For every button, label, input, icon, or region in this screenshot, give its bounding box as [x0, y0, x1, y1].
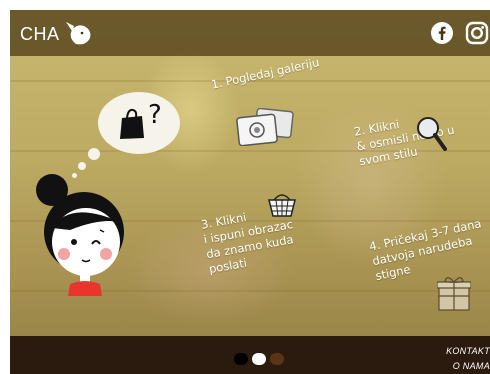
pagination-dot-1[interactable]	[234, 353, 248, 365]
slide-pagination	[234, 353, 284, 365]
fox-head-icon[interactable]	[62, 18, 94, 48]
pagination-dot-2-active[interactable]	[252, 353, 266, 365]
girl-icon	[36, 174, 124, 296]
shopping-bag-icon	[120, 108, 144, 139]
gift-box-icon[interactable]	[437, 276, 471, 312]
top-bar: CHA	[10, 10, 490, 56]
thought-dot	[78, 162, 86, 170]
thought-bubble: ?	[98, 92, 180, 154]
page: CHA ? 1. Pogledaj galeriju 2. Klikni & o…	[10, 10, 490, 374]
gallery-photos-icon[interactable]	[236, 108, 296, 146]
logo-text[interactable]: CHA	[20, 24, 60, 45]
question-mark: ?	[148, 100, 162, 130]
kontakt-link[interactable]: KONTAKT	[446, 346, 490, 356]
thought-dot	[88, 148, 100, 160]
facebook-icon[interactable]	[430, 21, 454, 45]
magnifier-icon[interactable]	[414, 114, 448, 154]
o-nama-link[interactable]: O NAMA	[453, 361, 490, 371]
footer: KONTAKT O NAMA	[10, 336, 490, 374]
pagination-dot-3[interactable]	[270, 353, 284, 365]
instagram-icon[interactable]	[465, 21, 489, 45]
